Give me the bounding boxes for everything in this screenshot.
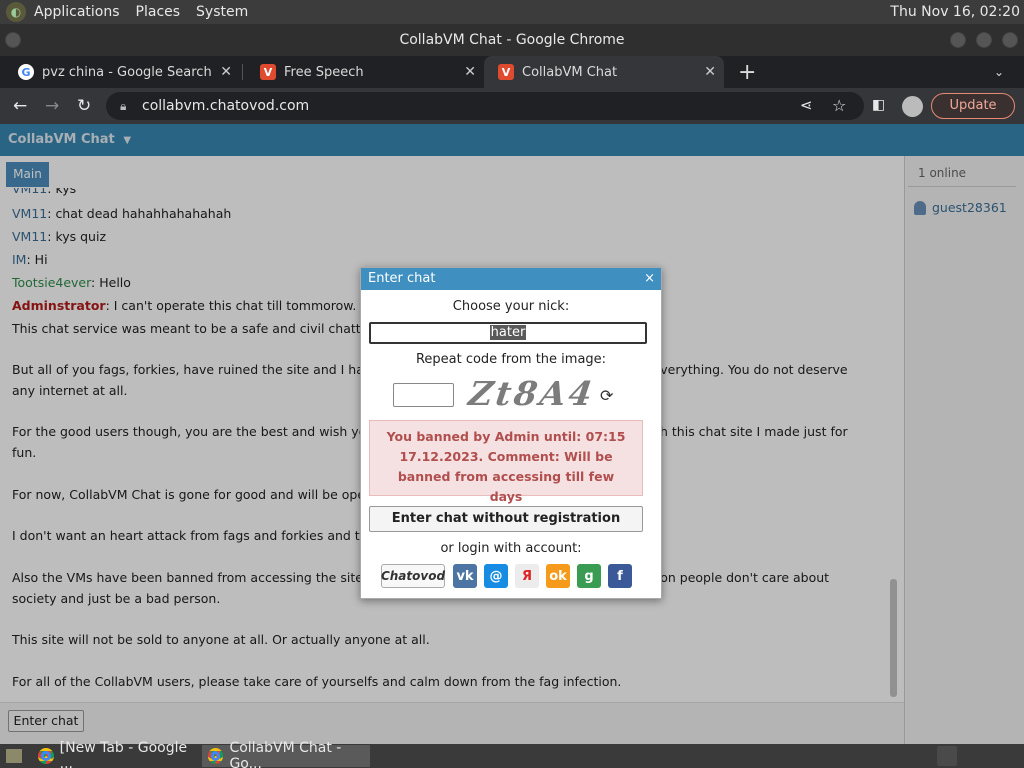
- chatovod-login-icon[interactable]: Chatovod: [381, 564, 445, 588]
- tab-label: pvz china - Google Search: [42, 64, 212, 80]
- address-bar[interactable]: 🔒︎ collabvm.chatovod.com: [106, 92, 864, 120]
- enter-without-registration-button[interactable]: Enter chat without registration: [369, 506, 643, 532]
- tab-search-chevron-icon[interactable]: ⌄: [994, 56, 1010, 88]
- google-login-icon[interactable]: g: [577, 564, 601, 588]
- close-tab-icon[interactable]: ✕: [704, 64, 716, 80]
- chatovod-icon: V: [260, 64, 276, 80]
- gnome-foot-icon[interactable]: ◐: [6, 2, 26, 22]
- enter-chat-dialog: Enter chat × Choose your nick: hater Rep…: [360, 267, 662, 599]
- mailru-login-icon[interactable]: @: [484, 564, 508, 588]
- vk-login-icon[interactable]: vk: [453, 564, 477, 588]
- ban-message: You banned by Admin until: 07:15 17.12.2…: [369, 420, 643, 504]
- tab-free-speech[interactable]: V Free Speech ✕: [242, 56, 484, 88]
- url-text: collabvm.chatovod.com: [142, 98, 310, 114]
- tab-label: Free Speech: [284, 64, 364, 80]
- taskbar-item-collabvm-chat[interactable]: CollabVM Chat - Go...: [202, 740, 370, 768]
- tray-chrome-icon[interactable]: [937, 746, 957, 766]
- minimize-icon[interactable]: [950, 32, 966, 48]
- clock[interactable]: Thu Nov 16, 02:20: [890, 4, 1020, 20]
- refresh-captcha-icon[interactable]: ⟳: [600, 386, 613, 405]
- close-tab-icon[interactable]: ✕: [464, 64, 476, 80]
- profile-avatar[interactable]: [902, 96, 923, 117]
- yandex-login-icon[interactable]: Я: [515, 564, 539, 588]
- google-icon: G: [18, 64, 34, 80]
- bookmark-star-icon[interactable]: ☆: [832, 96, 846, 115]
- chrome-icon: [208, 748, 224, 764]
- tab-google-search[interactable]: G pvz china - Google Search ✕: [0, 56, 240, 88]
- taskbar-item-new-tab[interactable]: [New Tab - Google ...: [32, 740, 200, 768]
- facebook-login-icon[interactable]: f: [608, 564, 632, 588]
- dialog-titlebar: Enter chat ×: [361, 268, 661, 290]
- close-icon[interactable]: ×: [644, 268, 655, 290]
- browser-toolbar: ← → ↻ 🔒︎ collabvm.chatovod.com ⋖ ☆ ◧ Upd…: [0, 88, 1024, 124]
- update-button[interactable]: Update: [931, 93, 1015, 119]
- nick-value: hater: [489, 325, 527, 340]
- tab-strip: G pvz china - Google Search ✕ V Free Spe…: [0, 56, 1024, 88]
- window-titlebar[interactable]: CollabVM Chat - Google Chrome: [0, 24, 1024, 56]
- close-tab-icon[interactable]: ✕: [220, 64, 232, 80]
- chatovod-icon: V: [498, 64, 514, 80]
- taskbar-item-label: [New Tab - Google ...: [59, 740, 188, 768]
- forward-arrow-icon[interactable]: →: [45, 96, 59, 116]
- window-menu-icon[interactable]: [5, 32, 21, 48]
- system-menu[interactable]: System: [188, 4, 256, 20]
- top-panel: ◐ Applications Places System Thu Nov 16,…: [0, 0, 1024, 24]
- chatovod-login-label: Chatovod: [380, 569, 446, 583]
- close-window-icon[interactable]: [1002, 32, 1018, 48]
- back-arrow-icon[interactable]: ←: [13, 96, 27, 116]
- applications-menu[interactable]: Applications: [26, 4, 128, 20]
- choose-nick-label: Choose your nick:: [452, 299, 570, 314]
- nick-input[interactable]: hater: [369, 322, 647, 344]
- places-menu[interactable]: Places: [128, 4, 189, 20]
- repeat-code-label: Repeat code from the image:: [415, 352, 607, 367]
- dialog-title: Enter chat: [368, 271, 436, 286]
- tab-collabvm-chat[interactable]: V CollabVM Chat ✕: [484, 56, 724, 88]
- show-desktop-icon[interactable]: [2, 745, 30, 767]
- chrome-icon: [38, 748, 54, 764]
- new-tab-button[interactable]: +: [738, 56, 758, 88]
- lock-icon[interactable]: 🔒︎: [120, 92, 126, 120]
- window-title: CollabVM Chat - Google Chrome: [399, 32, 625, 48]
- share-icon[interactable]: ⋖: [800, 96, 813, 114]
- reload-icon[interactable]: ↻: [77, 96, 91, 116]
- captcha-input[interactable]: [393, 383, 454, 407]
- taskbar-item-label: CollabVM Chat - Go...: [229, 740, 342, 768]
- social-login-row: Chatovod vk @ Я ok g f: [381, 564, 632, 588]
- odnoklassniki-login-icon[interactable]: ok: [546, 564, 570, 588]
- captcha-image: Zt8A4: [466, 374, 598, 413]
- taskbar: [New Tab - Google ... CollabVM Chat - Go…: [0, 740, 1024, 768]
- maximize-icon[interactable]: [976, 32, 992, 48]
- side-panel-icon[interactable]: ◧: [872, 97, 885, 113]
- tab-label: CollabVM Chat: [522, 64, 618, 80]
- or-login-label: or login with account:: [440, 541, 582, 556]
